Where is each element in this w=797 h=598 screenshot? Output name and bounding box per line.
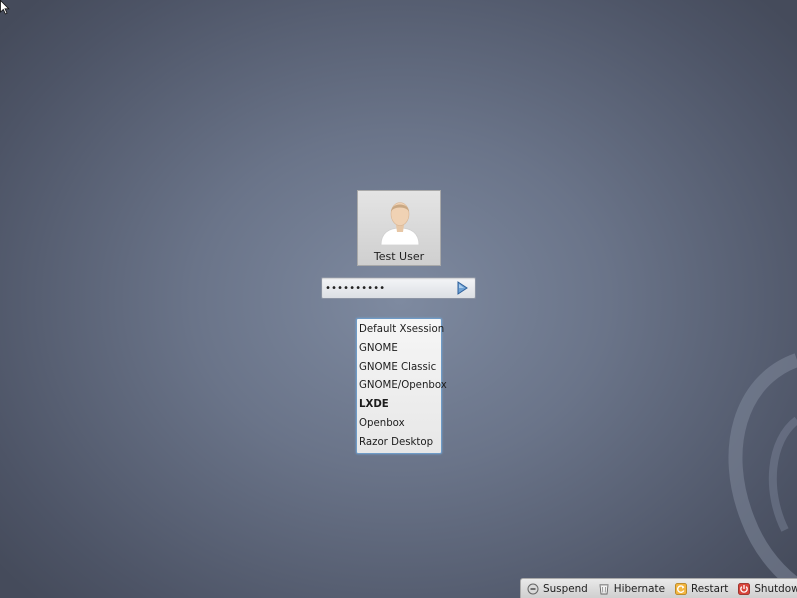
- session-item-openbox[interactable]: Openbox: [357, 415, 441, 434]
- hibernate-button[interactable]: Hibernate: [598, 583, 665, 595]
- restart-button[interactable]: Restart: [675, 583, 728, 595]
- background-swirl: [728, 353, 797, 591]
- suspend-button[interactable]: Suspend: [527, 583, 588, 595]
- password-field[interactable]: [321, 277, 476, 299]
- session-item-gnome[interactable]: GNOME: [357, 340, 441, 359]
- user-avatar-icon: [380, 202, 420, 245]
- session-list[interactable]: Default Xsession GNOME GNOME Classic GNO…: [356, 318, 447, 454]
- mouse-cursor-icon: [0, 0, 10, 15]
- password-input[interactable]: [325, 280, 453, 296]
- arrow-right-icon[interactable]: [456, 281, 468, 295]
- user-tile[interactable]: Test User: [357, 190, 441, 266]
- session-item-default-xsession[interactable]: Default Xsession: [357, 321, 444, 340]
- suspend-icon: [527, 583, 539, 594]
- session-item-razor-desktop[interactable]: Razor Desktop: [357, 434, 441, 453]
- session-item-lxde[interactable]: LXDE: [357, 396, 441, 415]
- restart-label: Restart: [690, 582, 729, 595]
- hibernate-icon: [599, 583, 609, 594]
- restart-icon: [675, 582, 687, 595]
- suspend-label: Suspend: [543, 582, 588, 595]
- session-item-gnome-classic[interactable]: GNOME Classic: [357, 359, 441, 378]
- session-item-gnome-openbox[interactable]: GNOME/Openbox: [357, 377, 447, 396]
- shutdown-label: Shutdown: [754, 582, 797, 595]
- power-icon: [738, 582, 751, 595]
- hibernate-label: Hibernate: [613, 582, 665, 595]
- user-name-label: Test User: [373, 250, 425, 263]
- power-bar: Suspend Hibernate Restart Shutdown: [520, 578, 797, 598]
- shutdown-button[interactable]: Shutdown: [738, 583, 797, 595]
